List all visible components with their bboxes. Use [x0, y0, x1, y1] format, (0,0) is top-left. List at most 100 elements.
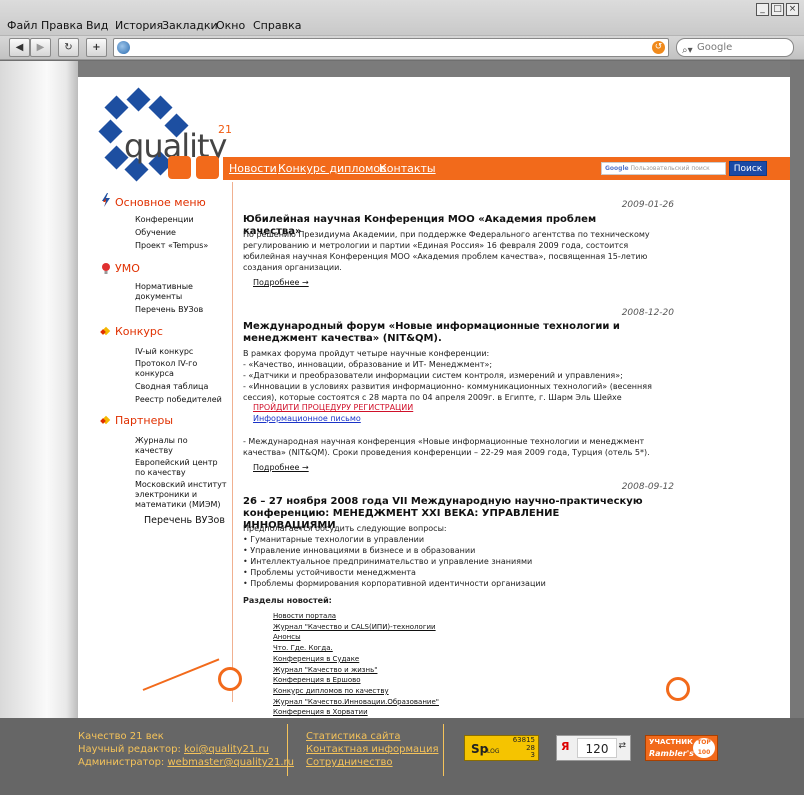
section-link[interactable]: Журнал "Качество.Инновации.Образование": [273, 697, 439, 708]
book-decoration: [0, 61, 78, 718]
minimize-icon[interactable]: _: [756, 3, 769, 16]
news-line: сессия), которые состоятся с 28 марта по…: [243, 393, 622, 402]
footer-link-stats[interactable]: Статистика сайта: [306, 730, 438, 743]
section-link[interactable]: Что. Где. Когда.: [273, 643, 439, 654]
news-intro: Предполагается обсудить следующие вопрос…: [243, 524, 447, 533]
sidebar: Основное меню Конференции Обучение Проек…: [100, 182, 233, 702]
sidebar-item-normative-docs[interactable]: Нормативные документы: [135, 282, 215, 302]
badge-line1: УЧАСТНИК: [649, 738, 693, 746]
sidebar-item-university-list-bottom[interactable]: Перечень ВУЗов: [144, 516, 225, 526]
sidebar-item-summary-table[interactable]: Сводная таблица: [135, 382, 208, 392]
sidebar-heading-partners: Партнеры: [100, 414, 173, 427]
forward-button[interactable]: ▶: [30, 38, 51, 57]
rss-icon[interactable]: ↺: [652, 41, 665, 54]
news-bullet: • Управление инновациями в бизнесе и в о…: [243, 546, 476, 555]
sections-title: Разделы новостей:: [243, 596, 332, 605]
sidebar-item-winners[interactable]: Реестр победителей: [135, 395, 222, 405]
counter-value: 120: [577, 738, 617, 758]
news-date: 2009-01-26: [621, 200, 674, 210]
news-bullet: • Проблемы формирования корпоративной ид…: [243, 579, 546, 588]
sidebar-heading-contest-label: Конкурс: [115, 325, 163, 338]
rambler-top100-badge[interactable]: УЧАСТНИК Rambler's TOP 100: [645, 735, 718, 761]
section-link[interactable]: Конкурс дипломов по качеству: [273, 686, 439, 697]
maximize-icon[interactable]: □: [771, 3, 784, 16]
decor-ring: [218, 667, 242, 691]
menu-help[interactable]: Справка: [253, 19, 301, 32]
news-date: 2008-09-12: [621, 482, 674, 492]
close-icon[interactable]: ×: [786, 3, 799, 16]
footer-link-contacts[interactable]: Контактная информация: [306, 743, 438, 756]
menu-file[interactable]: Файл: [7, 19, 37, 32]
site-search-button[interactable]: Поиск: [729, 161, 767, 176]
news-more-link[interactable]: Подробнее →: [253, 463, 309, 472]
sidebar-item-conferences[interactable]: Конференции: [135, 215, 194, 225]
footer-divider: [287, 724, 288, 776]
sidebar-item-iv-contest[interactable]: IV-ый конкурс: [135, 347, 193, 357]
sidebar-item-contest-protocol[interactable]: Протокол IV-го конкурса: [135, 359, 213, 379]
yandex-counter[interactable]: Я 120 ⇄: [556, 735, 631, 761]
menu-window[interactable]: Окно: [216, 19, 245, 32]
decor-square: [168, 156, 191, 179]
reload-button[interactable]: ↻: [58, 38, 79, 57]
news-bullet: • Гуманитарные технологии в управлении: [243, 535, 425, 544]
reload-icon: ↻: [64, 42, 73, 53]
footer-editor: Научный редактор: koi@quality21.ru: [78, 743, 294, 756]
editor-email-link[interactable]: koi@quality21.ru: [184, 744, 269, 755]
sidebar-item-european-center[interactable]: Европейский центр по качеству: [135, 458, 220, 478]
section-link[interactable]: Конференция в Судаке: [273, 654, 439, 665]
footer-links: Статистика сайта Контактная информация С…: [306, 730, 438, 769]
nav-toolbar: ◀ ▶ ↻ + ↺ ⌕▾ Google: [0, 36, 804, 60]
logo-square: [104, 95, 129, 120]
nav-news[interactable]: Новости: [229, 162, 277, 175]
footer-link-cooperation[interactable]: Сотрудничество: [306, 756, 438, 769]
footer-contacts: Качество 21 век Научный редактор: koi@qu…: [78, 730, 294, 769]
spylog-counter[interactable]: Sp LOG 63815 28 3: [464, 735, 539, 761]
nav-diploma-contest[interactable]: Конкурс дипломов: [278, 162, 387, 175]
site-search-input[interactable]: Google Пользовательский поиск: [601, 162, 726, 175]
news-more-link[interactable]: Подробнее →: [253, 278, 309, 287]
lamp-icon: [102, 263, 110, 274]
scroll-edge: [790, 61, 804, 718]
sidebar-item-university-list[interactable]: Перечень ВУЗов: [135, 305, 203, 315]
section-link[interactable]: Анонсы: [273, 632, 439, 643]
menu-view[interactable]: Вид: [86, 19, 108, 32]
footer-divider: [443, 724, 444, 776]
sidebar-heading-umo: УМО: [100, 262, 140, 275]
admin-label: Администратор:: [78, 757, 165, 768]
new-tab-button[interactable]: +: [86, 38, 107, 57]
address-bar[interactable]: ↺: [113, 38, 669, 57]
badge-line2: Rambler's: [649, 749, 694, 758]
sidebar-item-tempus[interactable]: Проект «Tempus»: [135, 241, 208, 251]
counter-sub: LOG: [487, 748, 500, 755]
section-link[interactable]: Новости портала: [273, 611, 439, 622]
section-link[interactable]: Журнал "Качество и жизнь": [273, 665, 439, 676]
sidebar-heading-main: Основное меню: [100, 192, 206, 209]
logo-square: [148, 95, 173, 120]
logo-superscript: 21: [218, 123, 232, 136]
section-link[interactable]: Конференция в Хорватии: [273, 707, 439, 718]
register-link[interactable]: ПРОЙДИТИ ПРОЦЕДУРУ РЕГИСТРАЦИИ: [253, 403, 413, 412]
section-link[interactable]: Журнал "Качество и CALS(ИПИ)-технологии: [273, 622, 439, 633]
nav-contacts[interactable]: Контакты: [379, 162, 436, 175]
sidebar-item-quality-journals[interactable]: Журналы по качеству: [135, 436, 205, 456]
browser-search-input[interactable]: ⌕▾ Google: [676, 38, 794, 57]
footer-site-name: Качество 21 век: [78, 731, 164, 742]
menu-history[interactable]: История: [115, 19, 163, 32]
menu-bookmarks[interactable]: Закладки: [162, 19, 218, 32]
section-link[interactable]: Конференция в Ершово: [273, 675, 439, 686]
sidebar-item-training[interactable]: Обучение: [135, 228, 176, 238]
refresh-icon: ⇄: [618, 741, 626, 751]
search-placeholder: Google: [697, 42, 733, 53]
admin-email-link[interactable]: webmaster@quality21.ru: [167, 757, 294, 768]
news-bullet: • Интеллектуальное предпринимательство и…: [243, 557, 533, 566]
decor-square: [196, 156, 219, 179]
back-button[interactable]: ◀: [9, 38, 30, 57]
sidebar-heading-main-label: Основное меню: [115, 196, 206, 209]
menu-edit[interactable]: Правка: [41, 19, 83, 32]
back-arrow-icon: ◀: [15, 42, 24, 53]
lightning-icon: [102, 193, 110, 207]
info-letter-link[interactable]: Информационное письмо: [253, 414, 361, 423]
sections-list: Новости портала Журнал "Качество и CALS(…: [273, 611, 439, 718]
news-bullet: • Проблемы устойчивости менеджмента: [243, 568, 416, 577]
sidebar-item-miem[interactable]: Московский институт электроники и матема…: [135, 480, 227, 510]
